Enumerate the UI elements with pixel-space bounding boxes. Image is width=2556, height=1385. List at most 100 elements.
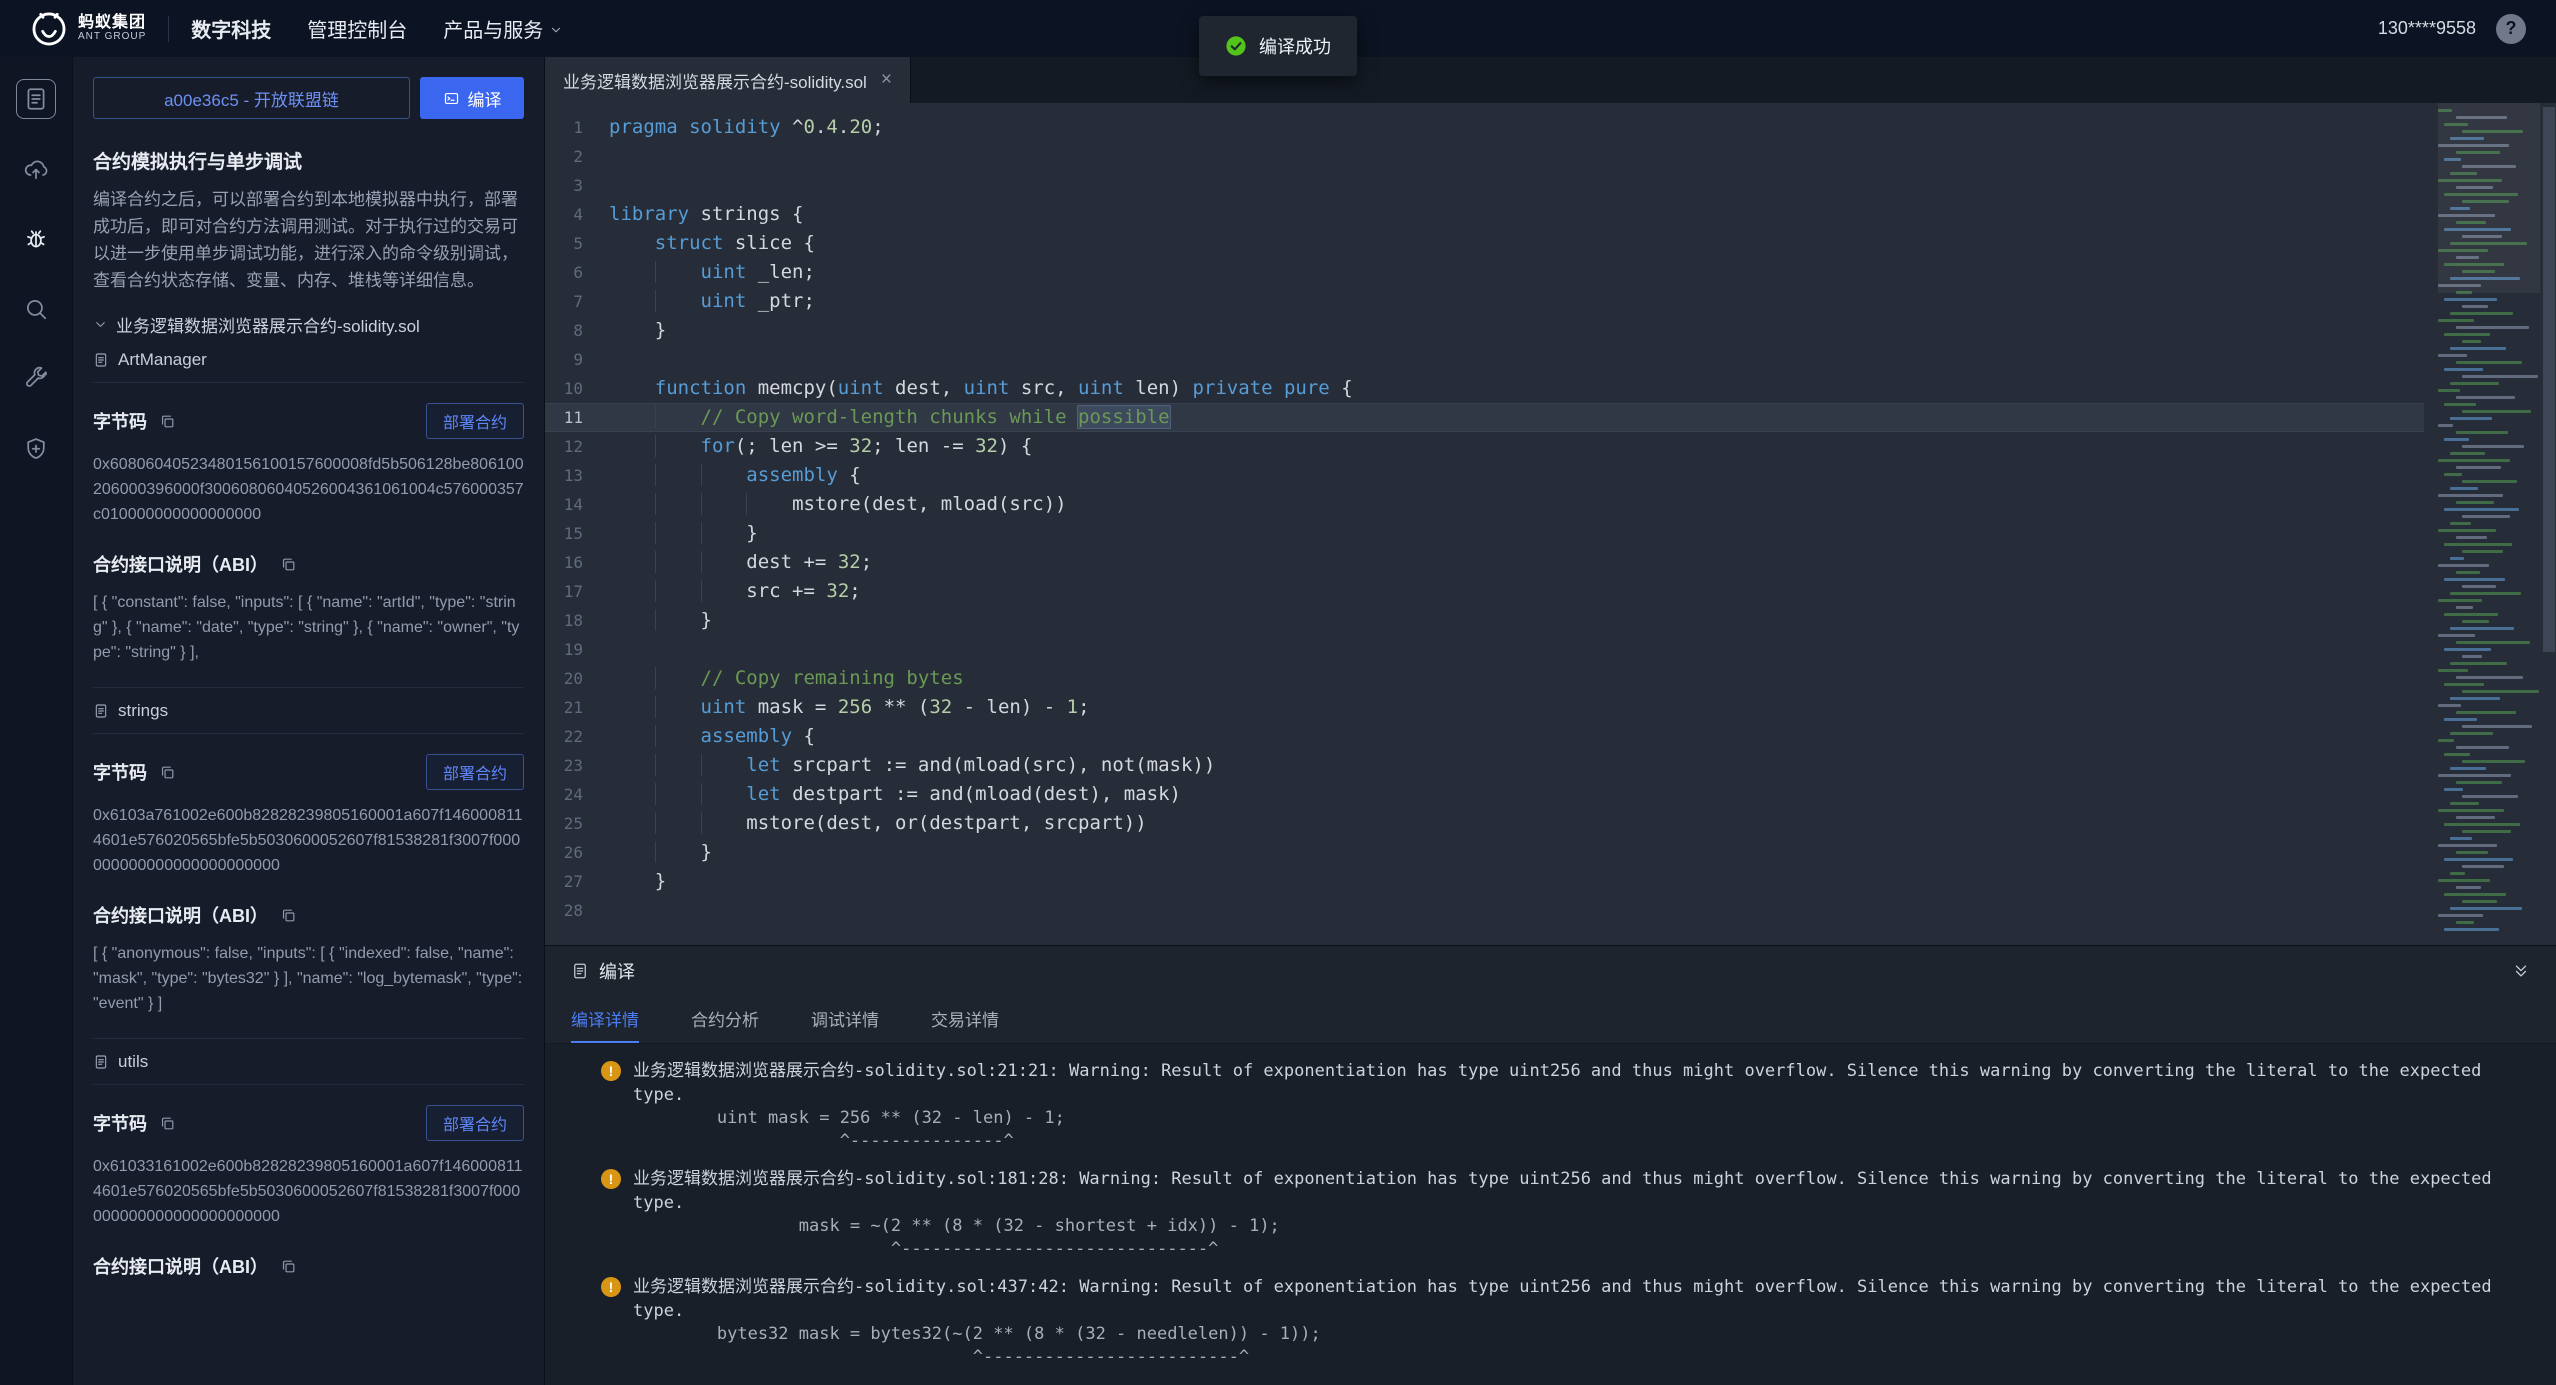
code-line-content: let destpart := and(mload(dest), mask): [609, 780, 1181, 809]
copy-icon[interactable]: [280, 1258, 297, 1275]
code-line-21[interactable]: 21 uint mask = 256 ** (32 - len) - 1;: [545, 693, 2424, 722]
minimap-line: [2462, 480, 2517, 483]
minimap-slider[interactable]: [2438, 103, 2540, 293]
code-line-15[interactable]: 15 }: [545, 519, 2424, 548]
minimap[interactable]: [2438, 103, 2540, 945]
code-line-1[interactable]: 1pragma solidity ^0.4.20;: [545, 113, 2424, 142]
code-line-12[interactable]: 12 for(; len >= 32; len -= 32) {: [545, 432, 2424, 461]
code-line-20[interactable]: 20 // Copy remaining bytes: [545, 664, 2424, 693]
code-line-8[interactable]: 8 }: [545, 316, 2424, 345]
deploy-contract-button[interactable]: 部署合约: [426, 403, 524, 439]
rail-cloud-upload-icon[interactable]: [16, 149, 56, 189]
warning-location: 业务逻辑数据浏览器展示合约-solidity.sol:181:28:: [633, 1169, 1069, 1189]
abi-value: [ { "anonymous": false, "inputs": [ { "i…: [93, 941, 524, 1016]
minimap-line: [2444, 893, 2506, 896]
nav-item-1[interactable]: 管理控制台: [307, 14, 407, 43]
warning-item-3[interactable]: !业务逻辑数据浏览器展示合约-solidity.sol:477:42: Warn…: [545, 1376, 2556, 1385]
tree-file-ArtManager[interactable]: ArtManager: [93, 337, 524, 383]
bp-tab-2[interactable]: 调试详情: [811, 996, 879, 1043]
code-line-11[interactable]: 11 // Copy word-length chunks while poss…: [545, 403, 2424, 432]
code-line-26[interactable]: 26 }: [545, 838, 2424, 867]
code-line-9[interactable]: 9: [545, 345, 2424, 374]
nav-item-0[interactable]: 数字科技: [191, 14, 271, 43]
abi-label: 合约接口说明（ABI）: [93, 551, 268, 577]
code-line-19[interactable]: 19: [545, 635, 2424, 664]
bp-tab-1[interactable]: 合约分析: [691, 996, 759, 1043]
code-line-25[interactable]: 25 mstore(dest, or(destpart, srcpart)): [545, 809, 2424, 838]
copy-icon[interactable]: [280, 907, 297, 924]
minimap-line: [2438, 459, 2510, 462]
minimap-line: [2444, 858, 2513, 861]
file-tree-root[interactable]: 业务逻辑数据浏览器展示合约-solidity.sol: [93, 312, 524, 337]
scrollbar-thumb[interactable]: [2543, 107, 2555, 652]
minimap-line: [2438, 774, 2511, 777]
code-line-17[interactable]: 17 src += 32;: [545, 577, 2424, 606]
rail-tools-icon[interactable]: [16, 359, 56, 399]
code-line-content: }: [609, 606, 712, 635]
code-line-24[interactable]: 24 let destpart := and(mload(dest), mask…: [545, 780, 2424, 809]
code-line-5[interactable]: 5 struct slice {: [545, 229, 2424, 258]
code-line-18[interactable]: 18 }: [545, 606, 2424, 635]
help-button[interactable]: ?: [2496, 14, 2526, 44]
line-number: 20: [545, 664, 609, 693]
bytecode-value: 0x6103a761002e600b82828239805160001a607f…: [93, 803, 524, 878]
editor-scrollbar[interactable]: [2542, 103, 2556, 945]
code-line-14[interactable]: 14 mstore(dest, mload(src)): [545, 490, 2424, 519]
code-line-3[interactable]: 3: [545, 171, 2424, 200]
compile-button[interactable]: 编译: [420, 77, 524, 119]
code-line-27[interactable]: 27 }: [545, 867, 2424, 896]
rail-file-document-icon[interactable]: [16, 79, 56, 119]
bp-tab-label: 调试详情: [811, 1006, 879, 1031]
code-line-10[interactable]: 10 function memcpy(uint dest, uint src, …: [545, 374, 2424, 403]
deploy-contract-button[interactable]: 部署合约: [426, 754, 524, 790]
code-line-22[interactable]: 22 assembly {: [545, 722, 2424, 751]
code-line-28[interactable]: 28: [545, 896, 2424, 925]
copy-icon[interactable]: [280, 556, 297, 573]
chain-selector-button[interactable]: a00e36c5 - 开放联盟链: [93, 77, 410, 119]
bp-tab-0[interactable]: 编译详情: [571, 996, 639, 1043]
rail-debug-icon[interactable]: [16, 219, 56, 259]
minimap-line: [2444, 753, 2470, 756]
code-line-23[interactable]: 23 let srcpart := and(mload(src), not(ma…: [545, 751, 2424, 780]
code-line-content: mstore(dest, or(destpart, srcpart)): [609, 809, 1147, 838]
minimap-line: [2450, 627, 2514, 630]
tree-file-label: ArtManager: [118, 350, 207, 370]
warning-item-2[interactable]: !业务逻辑数据浏览器展示合约-solidity.sol:437:42: Warn…: [545, 1268, 2556, 1376]
code-line-13[interactable]: 13 assembly {: [545, 461, 2424, 490]
nav-item-2[interactable]: 产品与服务: [443, 14, 563, 43]
code-line-2[interactable]: 2: [545, 142, 2424, 171]
deploy-contract-button[interactable]: 部署合约: [426, 1105, 524, 1141]
line-number: 24: [545, 780, 609, 809]
bp-tab-3[interactable]: 交易详情: [931, 996, 999, 1043]
copy-icon[interactable]: [159, 413, 176, 430]
code-line-16[interactable]: 16 dest += 32;: [545, 548, 2424, 577]
line-number: 13: [545, 461, 609, 490]
minimap-line: [2462, 340, 2481, 343]
code-line-4[interactable]: 4library strings {: [545, 200, 2424, 229]
copy-icon[interactable]: [159, 764, 176, 781]
code-line-7[interactable]: 7 uint _ptr;: [545, 287, 2424, 316]
warning-icon: !: [601, 1169, 621, 1189]
rail-shield-add-icon[interactable]: [16, 429, 56, 469]
collapse-panel-icon[interactable]: [2512, 962, 2530, 980]
code-line-6[interactable]: 6 uint _len;: [545, 258, 2424, 287]
warning-location: 业务逻辑数据浏览器展示合约-solidity.sol:21:21:: [633, 1061, 1059, 1081]
copy-icon[interactable]: [159, 1115, 176, 1132]
code-line-content: uint mask = 256 ** (32 - len) - 1;: [609, 693, 1090, 722]
line-number: 10: [545, 374, 609, 403]
editor-tab[interactable]: 业务逻辑数据浏览器展示合约-solidity.sol ×: [545, 57, 911, 103]
minimap-line: [2438, 319, 2474, 322]
warning-item-0[interactable]: !业务逻辑数据浏览器展示合约-solidity.sol:21:21: Warni…: [545, 1052, 2556, 1160]
warning-item-1[interactable]: !业务逻辑数据浏览器展示合约-solidity.sol:181:28: Warn…: [545, 1160, 2556, 1268]
line-number: 6: [545, 258, 609, 287]
line-number: 18: [545, 606, 609, 635]
code-line-content: // Copy remaining bytes: [609, 664, 964, 693]
tab-close-icon[interactable]: ×: [881, 69, 892, 91]
tree-file-strings[interactable]: strings: [93, 687, 524, 734]
compile-terminal-icon: [443, 90, 460, 107]
rail-search-icon[interactable]: [16, 289, 56, 329]
tree-file-utils[interactable]: utils: [93, 1038, 524, 1085]
minimap-line: [2462, 865, 2504, 868]
code-editor[interactable]: 1pragma solidity ^0.4.20;234library stri…: [545, 103, 2556, 945]
compile-button-label: 编译: [468, 86, 502, 111]
